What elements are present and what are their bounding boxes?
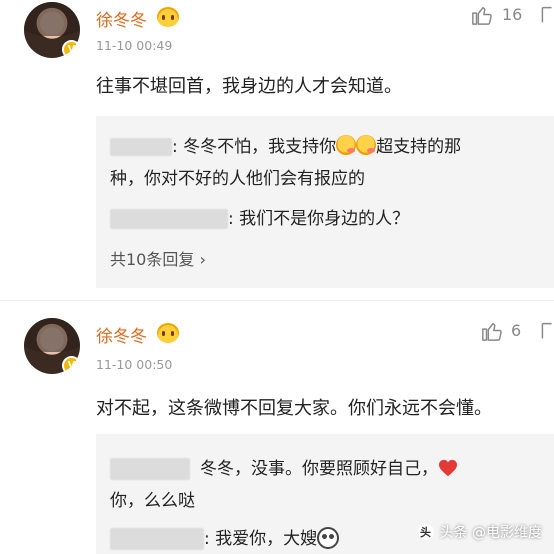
timestamp: 11-10 00:50: [96, 357, 173, 372]
more-options-icon[interactable]: [540, 320, 554, 342]
reply-1-text-a: 冬冬，没事。你要照顾好自己，: [200, 459, 438, 479]
comment-text: 往事不堪回首，我身边的人才会知道。: [96, 76, 402, 97]
masked-username: [110, 528, 204, 550]
username[interactable]: 徐冬冬: [96, 322, 147, 347]
like-count: 16: [502, 5, 523, 24]
divider: [0, 300, 554, 301]
thumbs-up-icon[interactable]: [471, 4, 493, 26]
avatar[interactable]: V: [24, 318, 80, 374]
vip-crown-icon: [157, 7, 179, 27]
reply-1: 冬冬，没事。你要照顾好自己，: [110, 454, 458, 480]
blush-emoji-icon: [336, 135, 357, 155]
heart-icon: [439, 459, 457, 477]
verified-badge-icon: V: [62, 40, 80, 58]
toutiao-logo-icon: 头: [417, 524, 434, 540]
watermark-text: 头条 @电影维度: [439, 525, 542, 541]
view-more-replies-link[interactable]: 共10条回复 ›: [110, 246, 206, 270]
shocked-face-emoji-icon: [317, 527, 340, 549]
reply-2-text: : 我们不是你身边的人？: [228, 209, 410, 229]
masked-username: [110, 209, 228, 229]
blush-emoji-icon: [356, 135, 377, 155]
watermark: 头 头条 @电影维度: [417, 522, 542, 542]
reply-1-text-b: 超支持的那: [376, 137, 462, 157]
more-options-icon[interactable]: [540, 4, 554, 26]
reply-2: : 我爱你，大嫂: [110, 524, 340, 550]
reply-2-text: : 我爱你，大嫂: [204, 529, 318, 549]
comment-2: V 徐冬冬 11-10 00:50 6 对不起，这条微博不回复大家。你们永远不会…: [0, 310, 554, 554]
reply-1-continued: 你，么么哒: [110, 491, 195, 511]
comment-text: 对不起，这条微博不回复大家。你们永远不会懂。: [96, 398, 492, 419]
thumbs-up-icon[interactable]: [481, 320, 503, 342]
avatar[interactable]: V: [24, 2, 80, 58]
reply-1-continued: 种，你对不好的人他们会有报应的: [110, 169, 365, 189]
comment-1: V 徐冬冬 11-10 00:49 16 往事不堪回首，我身边的人才会知道。 :…: [0, 0, 554, 300]
timestamp: 11-10 00:49: [96, 38, 173, 53]
masked-username: [110, 138, 172, 156]
reply-1-text-a: : 冬冬不怕，我支持你: [172, 137, 337, 157]
verified-badge-icon: V: [62, 356, 80, 374]
vip-crown-icon: [157, 323, 179, 343]
reply-1: : 冬冬不怕，我支持你 超支持的那: [110, 132, 461, 157]
reply-2: : 我们不是你身边的人？: [110, 204, 409, 229]
username[interactable]: 徐冬冬: [96, 6, 147, 31]
like-count: 6: [511, 321, 522, 340]
reply-box: : 冬冬不怕，我支持你 超支持的那 种，你对不好的人他们会有报应的 : 我们不是你…: [96, 116, 554, 288]
masked-username: [110, 458, 190, 480]
